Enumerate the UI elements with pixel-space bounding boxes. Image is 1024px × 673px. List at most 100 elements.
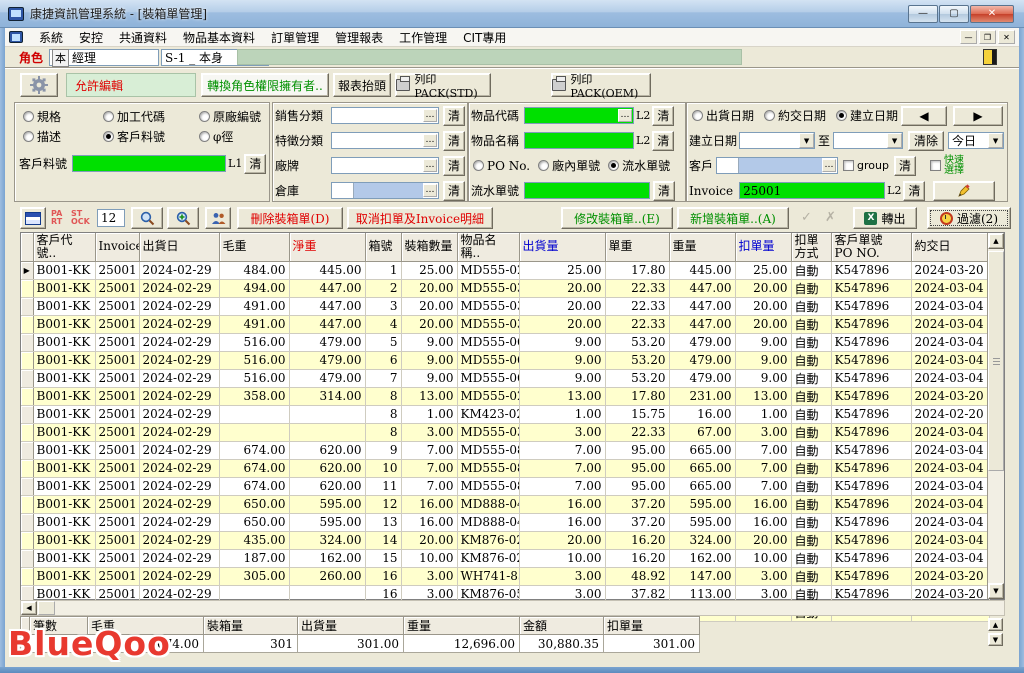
row-selector[interactable] (21, 423, 33, 441)
cell[interactable]: 7 (365, 369, 401, 387)
column-header-扣單[interactable]: 扣單 方式 (791, 233, 831, 261)
select-users-button[interactable] (205, 207, 231, 229)
cell[interactable]: 自動 (791, 369, 831, 387)
cell[interactable]: K547896 (831, 441, 911, 459)
cell[interactable]: 2024-02-29 (139, 531, 219, 549)
cell[interactable]: 16.00 (669, 405, 735, 423)
cell[interactable]: 447.00 (289, 315, 365, 333)
cell[interactable]: B001-KK (33, 441, 95, 459)
cell[interactable]: 2024-03-04 (911, 477, 989, 495)
cell[interactable]: 25001 (95, 369, 139, 387)
mdi-close-button[interactable]: ✕ (998, 30, 1015, 44)
cell[interactable]: 9.00 (519, 369, 605, 387)
menu-item-3[interactable]: 物品基本資料 (175, 27, 263, 48)
cell[interactable]: 2 (365, 279, 401, 297)
cell[interactable]: 3.00 (519, 423, 605, 441)
cell[interactable]: MD555-080K (457, 459, 519, 477)
cell[interactable]: B001-KK (33, 279, 95, 297)
cell[interactable]: 2024-03-20 (911, 567, 989, 585)
cell[interactable]: 2024-03-04 (911, 441, 989, 459)
cell[interactable]: 187.00 (219, 549, 289, 567)
cell[interactable]: K547896 (831, 495, 911, 513)
cell[interactable]: B001-KK (33, 297, 95, 315)
menu-item-0[interactable]: 系統 (31, 27, 71, 48)
cell[interactable]: 7.00 (735, 441, 791, 459)
cell[interactable]: 2024-02-29 (139, 333, 219, 351)
cell[interactable]: 595.00 (669, 495, 735, 513)
cell[interactable]: 2024-03-20 (911, 387, 989, 405)
cell[interactable]: 95.00 (605, 459, 669, 477)
cell[interactable]: 16.00 (735, 495, 791, 513)
cell[interactable]: 53.20 (605, 333, 669, 351)
cell[interactable]: 516.00 (219, 369, 289, 387)
cell[interactable] (219, 405, 289, 423)
cell[interactable]: 2024-03-04 (911, 423, 989, 441)
ellipsis-button[interactable]: … (423, 109, 437, 122)
cell[interactable]: 95.00 (605, 441, 669, 459)
cell[interactable]: 2024-02-29 (139, 513, 219, 531)
cell[interactable]: 20.00 (519, 279, 605, 297)
cell[interactable]: 20.00 (735, 315, 791, 333)
row-selector[interactable] (21, 459, 33, 477)
cell[interactable]: 13.00 (401, 387, 457, 405)
clear-button[interactable]: 清 (443, 181, 465, 201)
cell[interactable] (289, 423, 365, 441)
cell[interactable]: 2024-02-29 (139, 369, 219, 387)
cell[interactable]: 491.00 (219, 315, 289, 333)
column-header-裝箱數量[interactable]: 裝箱數量 (401, 233, 457, 261)
cell[interactable]: 2024-03-04 (911, 549, 989, 567)
cell[interactable]: K547896 (831, 297, 911, 315)
cell[interactable]: 自動 (791, 531, 831, 549)
cell[interactable]: 25001 (95, 549, 139, 567)
column-header-箱號[interactable]: 箱號 (365, 233, 401, 261)
clear-invoice-button[interactable]: 清 (903, 181, 925, 201)
print-pack-oem-button[interactable]: 列印PACK(OEM) (551, 73, 651, 97)
cell[interactable]: 324.00 (289, 531, 365, 549)
cell[interactable]: B001-KK (33, 531, 95, 549)
clear-button[interactable]: 清 (443, 131, 465, 151)
cell[interactable]: 2024-02-29 (139, 279, 219, 297)
cell[interactable]: B001-KK (33, 513, 95, 531)
cell[interactable]: 665.00 (669, 477, 735, 495)
cell[interactable]: 13.00 (519, 387, 605, 405)
cell[interactable]: 20.00 (735, 279, 791, 297)
cell[interactable]: 10.00 (401, 549, 457, 567)
cell[interactable]: 自動 (791, 513, 831, 531)
clear-button[interactable]: 清 (443, 106, 465, 126)
filter-input-3[interactable]: … (331, 182, 439, 199)
cell[interactable]: 2024-02-29 (139, 261, 219, 279)
cell[interactable]: B001-KK (33, 549, 95, 567)
cell[interactable]: K547896 (831, 549, 911, 567)
cell[interactable]: 595.00 (289, 495, 365, 513)
cell[interactable]: 620.00 (289, 441, 365, 459)
date-to-combo[interactable]: ▼ (833, 132, 903, 149)
row-selector[interactable] (21, 567, 33, 585)
row-selector[interactable]: ▶ (21, 261, 33, 279)
cell[interactable]: 447.00 (289, 297, 365, 315)
cell[interactable]: 147.00 (669, 567, 735, 585)
cell[interactable]: 25.00 (519, 261, 605, 279)
cell[interactable]: 479.00 (669, 351, 735, 369)
mdi-minimize-button[interactable]: — (960, 30, 977, 44)
shortcut-icon[interactable] (983, 49, 997, 65)
cell[interactable] (219, 423, 289, 441)
cell[interactable]: 16 (365, 567, 401, 585)
cell[interactable]: 479.00 (669, 333, 735, 351)
edit-packing-button[interactable]: 修改裝箱單..(E) (561, 207, 673, 229)
column-header-客戶代號..[interactable]: 客戶代號.. (33, 233, 95, 261)
cell[interactable]: B001-KK (33, 567, 95, 585)
grid-view-button[interactable] (20, 207, 46, 229)
edit-invoice-button[interactable] (933, 181, 995, 201)
cell[interactable]: 2024-03-04 (911, 459, 989, 477)
scrollbar-thumb[interactable] (988, 251, 1004, 471)
cell[interactable]: 2024-02-29 (139, 297, 219, 315)
cell[interactable]: K547896 (831, 369, 911, 387)
cell[interactable]: 自動 (791, 261, 831, 279)
cell[interactable]: 7.00 (519, 441, 605, 459)
menu-item-6[interactable]: 工作管理 (391, 27, 455, 48)
cell[interactable]: K547896 (831, 333, 911, 351)
cell[interactable]: 1.00 (401, 405, 457, 423)
cell[interactable]: 20.00 (519, 297, 605, 315)
cell[interactable]: 25001 (95, 423, 139, 441)
cell[interactable]: 11 (365, 477, 401, 495)
